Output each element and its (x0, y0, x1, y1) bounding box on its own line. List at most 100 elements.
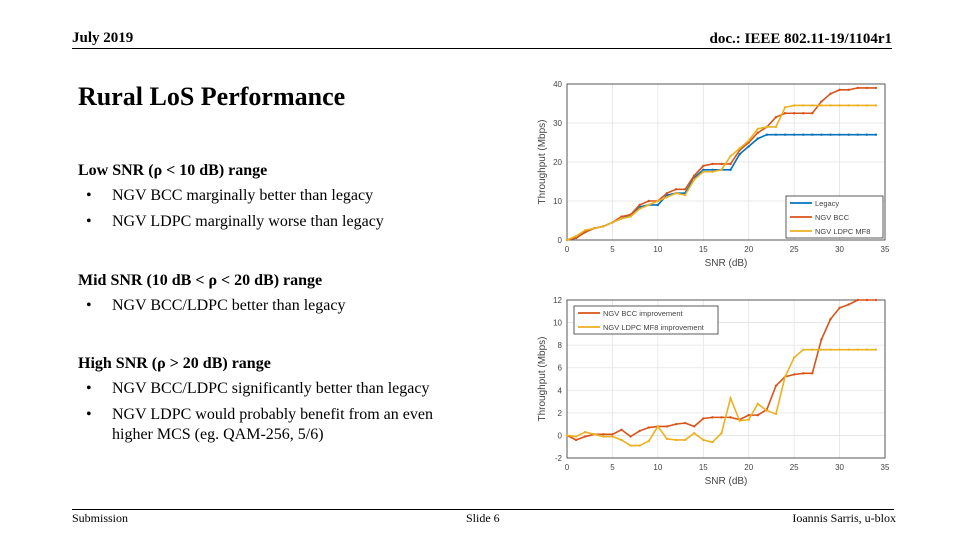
section-heading: Mid SNR (10 dB < ρ < 20 dB) range (78, 272, 323, 289)
bullet-text: NGV BCC marginally better than legacy (112, 187, 374, 204)
data-point (783, 106, 787, 109)
data-point (593, 433, 596, 436)
data-point (565, 238, 569, 242)
header-divider (72, 48, 892, 49)
data-point (865, 298, 869, 302)
data-point (783, 133, 787, 136)
data-point (865, 86, 869, 90)
series-line (566, 299, 876, 441)
data-point (683, 188, 687, 191)
data-point (847, 303, 850, 306)
y-tick-label: 40 (553, 80, 562, 89)
data-point (674, 422, 678, 426)
x-tick-label: 5 (610, 245, 615, 254)
data-point (602, 435, 605, 438)
slide-title: Rural LoS Performance (78, 82, 346, 111)
bullet-item: • NGV BCC/LDPC significantly better than … (78, 379, 442, 399)
data-point (674, 438, 678, 442)
data-point (820, 338, 823, 341)
section-high-snr: High SNR (ρ > 20 dB) range • NGV BCC/LDPC… (78, 355, 442, 451)
data-point (856, 298, 859, 302)
data-point (574, 435, 578, 438)
data-point (620, 217, 623, 220)
data-point (583, 231, 587, 234)
data-point (774, 125, 778, 129)
x-tick-label: 35 (881, 463, 890, 472)
y-tick-label: -2 (555, 454, 563, 463)
footer-divider (72, 509, 894, 510)
legend-label: NGV BCC improvement (603, 309, 684, 318)
data-point (647, 199, 650, 203)
x-tick-label: 0 (565, 245, 570, 254)
y-tick-label: 0 (558, 431, 563, 440)
data-point (683, 193, 687, 197)
data-point (792, 112, 796, 115)
data-point (720, 162, 723, 166)
data-point (711, 441, 714, 444)
y-tick-label: 20 (553, 158, 562, 167)
x-tick-label: 20 (744, 463, 753, 472)
data-point (738, 418, 741, 421)
bullet-icon: • (86, 406, 92, 423)
data-point (774, 115, 778, 119)
data-point (802, 112, 805, 115)
data-point (856, 104, 859, 107)
data-point (629, 213, 632, 216)
data-point (620, 428, 623, 431)
data-point (574, 236, 578, 240)
data-point (783, 375, 787, 378)
bullet-text: NGV BCC/LDPC better than legacy (112, 297, 346, 314)
data-point (583, 231, 587, 234)
data-point (792, 104, 796, 107)
section-mid-snr: Mid SNR (10 dB < ρ < 20 dB) range • NGV B… (78, 272, 442, 322)
data-point (765, 409, 769, 412)
data-point (593, 227, 596, 230)
data-point (674, 192, 678, 195)
data-point (756, 402, 759, 406)
plot-area-frame (566, 83, 886, 241)
data-point (702, 438, 705, 442)
data-point (629, 435, 632, 438)
data-point (747, 413, 750, 417)
x-axis-label: SNR (dB) (705, 258, 748, 269)
data-point (829, 104, 832, 107)
data-point (611, 221, 614, 224)
data-point (820, 348, 823, 351)
data-point (583, 435, 587, 438)
data-point (565, 238, 569, 242)
data-point (629, 213, 632, 216)
data-point (792, 373, 796, 376)
legend-label: NGV LDPC MF8 (815, 227, 870, 236)
data-point (847, 348, 850, 351)
data-point (811, 133, 814, 136)
data-point (593, 433, 596, 436)
y-tick-label: 2 (558, 409, 563, 418)
data-point (874, 133, 878, 136)
data-point (729, 416, 732, 419)
data-point (647, 439, 650, 443)
data-point (729, 396, 732, 400)
data-point (874, 298, 878, 302)
data-point (720, 168, 723, 171)
data-point (865, 133, 869, 136)
data-point (838, 104, 841, 107)
data-point (802, 104, 805, 107)
data-point (802, 348, 805, 351)
x-tick-label: 15 (699, 245, 708, 254)
data-point (665, 192, 669, 195)
data-point (820, 100, 823, 103)
data-point (765, 125, 769, 129)
data-point (747, 139, 750, 142)
data-point (656, 199, 660, 203)
data-point (765, 125, 769, 129)
x-tick-label: 35 (881, 245, 890, 254)
data-point (765, 408, 769, 411)
data-point (611, 221, 614, 224)
data-point (602, 225, 605, 228)
data-point (665, 195, 669, 199)
data-point (756, 137, 759, 140)
data-point (702, 417, 705, 420)
data-point (602, 225, 605, 228)
footer-submission: Submission (72, 511, 129, 525)
data-point (729, 168, 732, 171)
